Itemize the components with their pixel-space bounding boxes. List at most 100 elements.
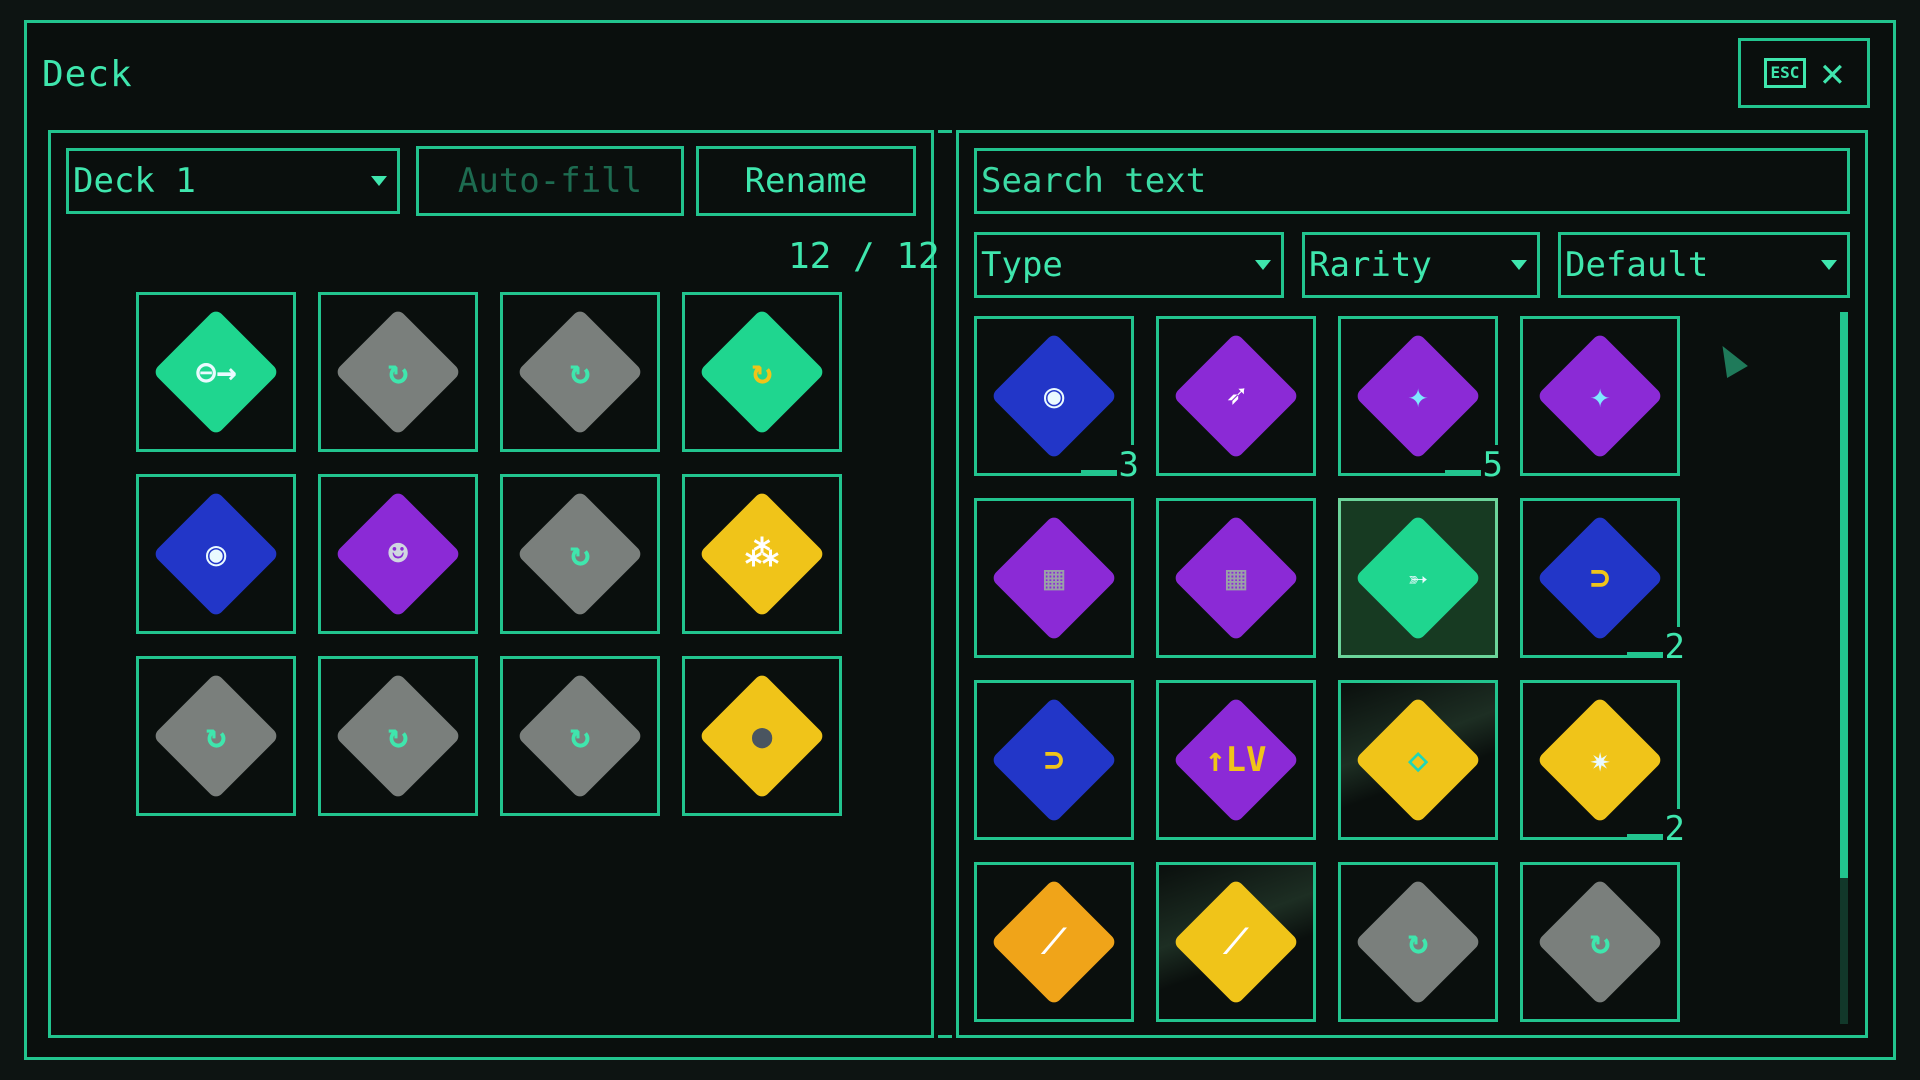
refresh-icon: ↻ <box>1536 878 1664 1006</box>
refresh-icon-glyph: ↻ <box>1589 921 1611 962</box>
type-filter-select[interactable]: Type <box>974 232 1284 298</box>
card-slot[interactable]: ◇ <box>1338 680 1498 840</box>
deck-slot[interactable]: ↻ <box>318 656 478 816</box>
burst-icon: ✷ <box>1536 696 1664 824</box>
card-list-scrollbar[interactable] <box>1840 312 1848 1024</box>
autofill-label: Auto-fill <box>457 161 643 201</box>
boulder-icon: ● <box>698 672 826 800</box>
grid-icon-glyph: ⁂ <box>745 534 779 574</box>
esc-key-icon: ESC <box>1763 58 1807 88</box>
refresh-icon-glyph: ↻ <box>1407 921 1429 962</box>
rename-button[interactable]: Rename <box>696 146 916 216</box>
deck-slot[interactable]: ◉ <box>136 474 296 634</box>
refresh-icon: ↻ <box>516 308 644 436</box>
refresh-icon: ↻ <box>516 490 644 618</box>
deck-slot[interactable]: ↻ <box>682 292 842 452</box>
search-input[interactable]: Search text <box>974 148 1850 214</box>
deck-slot[interactable]: ● <box>682 656 842 816</box>
window-title: Deck <box>42 54 133 95</box>
deck-slot[interactable]: ↻ <box>136 656 296 816</box>
card-slot[interactable]: ➳ <box>1338 498 1498 658</box>
rock-refresh-icon: ↻ <box>698 308 826 436</box>
refresh-icon-glyph: ↻ <box>569 715 591 756</box>
bow-icon-glyph: ➳ <box>1407 557 1429 598</box>
deck-slot[interactable]: ↻ <box>500 656 660 816</box>
card-slot[interactable]: ⊃ <box>974 680 1134 840</box>
refresh-icon-glyph: ↻ <box>205 715 227 756</box>
laser-block-icon: ▦ <box>1172 514 1300 642</box>
card-slot[interactable]: ↻ <box>1520 862 1680 1022</box>
shatter-icon: ✦ <box>1354 332 1482 460</box>
card-slot[interactable]: ↑LV <box>1156 680 1316 840</box>
card-slot[interactable]: ✦ <box>1520 316 1680 476</box>
card-slot[interactable]: ⟋ <box>974 862 1134 1022</box>
portal-icon: ⊃ <box>990 696 1118 824</box>
level-up-icon-glyph: ↑LV <box>1205 739 1267 780</box>
swap-arrow-icon: ⊖→ <box>152 308 280 436</box>
panel-divider <box>938 130 952 1038</box>
refresh-icon: ↻ <box>1354 878 1482 1006</box>
chevron-down-icon <box>1255 260 1271 270</box>
rarity-filter-select[interactable]: Rarity <box>1302 232 1540 298</box>
deck-slot[interactable]: ↻ <box>318 292 478 452</box>
laser-block-icon-glyph: ▦ <box>1043 557 1065 598</box>
deck-slot[interactable]: ⁂ <box>682 474 842 634</box>
rock-refresh-icon-glyph: ↻ <box>751 351 773 392</box>
refresh-icon-glyph: ↻ <box>387 715 409 756</box>
refresh-icon: ↻ <box>152 672 280 800</box>
fire-slash-icon-glyph: ⟋ <box>1042 922 1066 962</box>
burst-icon-glyph: ✷ <box>1589 739 1611 780</box>
card-slot[interactable]: ▦ <box>974 498 1134 658</box>
refresh-icon-glyph: ↻ <box>569 351 591 392</box>
swap-arrow-icon-glyph: ⊖→ <box>195 351 237 392</box>
shatter-icon: ✦ <box>1536 332 1664 460</box>
deck-slot[interactable]: ⊖→ <box>136 292 296 452</box>
shatter-icon-glyph: ✦ <box>1589 375 1611 416</box>
card-count: 2 <box>1625 627 1687 667</box>
rename-label: Rename <box>744 161 868 201</box>
fire-slash-icon: ⟋ <box>1172 878 1300 1006</box>
card-slot[interactable]: ↻ <box>1338 862 1498 1022</box>
chip-icon: ◇ <box>1354 696 1482 824</box>
card-slot[interactable]: ✦ 5 <box>1338 316 1505 485</box>
autofill-button[interactable]: Auto-fill <box>416 146 684 216</box>
type-filter-value: Type <box>981 245 1063 285</box>
card-slot[interactable]: ⊃ 2 <box>1520 498 1687 667</box>
robot-icon-glyph: ☻ <box>387 533 409 574</box>
rarity-filter-value: Rarity <box>1309 245 1432 285</box>
boulder-icon-glyph: ● <box>751 715 773 756</box>
card-slot[interactable]: ⟋ <box>1156 862 1316 1022</box>
refresh-icon-glyph: ↻ <box>569 533 591 574</box>
portal-icon-glyph: ⊃ <box>1043 739 1065 780</box>
scrollbar-thumb[interactable] <box>1840 312 1848 878</box>
deck-slot[interactable]: ↻ <box>500 292 660 452</box>
chevron-down-icon <box>1821 260 1837 270</box>
robot-icon: ☻ <box>334 490 462 618</box>
bag-icon-glyph: ◉ <box>205 533 227 574</box>
laser-block-icon: ▦ <box>990 514 1118 642</box>
refresh-icon-glyph: ↻ <box>387 351 409 392</box>
close-button[interactable]: ESC ✕ <box>1738 38 1870 108</box>
card-count: 3 <box>1079 445 1141 485</box>
bag-icon: ◉ <box>990 332 1118 460</box>
card-slot[interactable]: ✷ 2 <box>1520 680 1687 849</box>
card-slot[interactable]: ➶ <box>1156 316 1316 476</box>
deck-slot[interactable]: ☻ <box>318 474 478 634</box>
card-slot[interactable]: ▦ <box>1156 498 1316 658</box>
level-up-icon: ↑LV <box>1172 696 1300 824</box>
fire-slash-icon: ⟋ <box>990 878 1118 1006</box>
bag-icon: ◉ <box>152 490 280 618</box>
refresh-icon: ↻ <box>334 308 462 436</box>
close-icon: ✕ <box>1820 50 1845 96</box>
refresh-icon: ↻ <box>516 672 644 800</box>
deck-select[interactable]: Deck 1 <box>66 148 400 214</box>
sort-select[interactable]: Default <box>1558 232 1850 298</box>
rocket-icon: ➶ <box>1172 332 1300 460</box>
card-slot[interactable]: ◉ 3 <box>974 316 1141 485</box>
grid-icon: ⁂ <box>698 490 826 618</box>
portal-icon: ⊃ <box>1536 514 1664 642</box>
deck-select-value: Deck 1 <box>73 161 196 201</box>
card-count: 5 <box>1443 445 1505 485</box>
deck-slot[interactable]: ↻ <box>500 474 660 634</box>
search-placeholder: Search text <box>981 161 1207 201</box>
